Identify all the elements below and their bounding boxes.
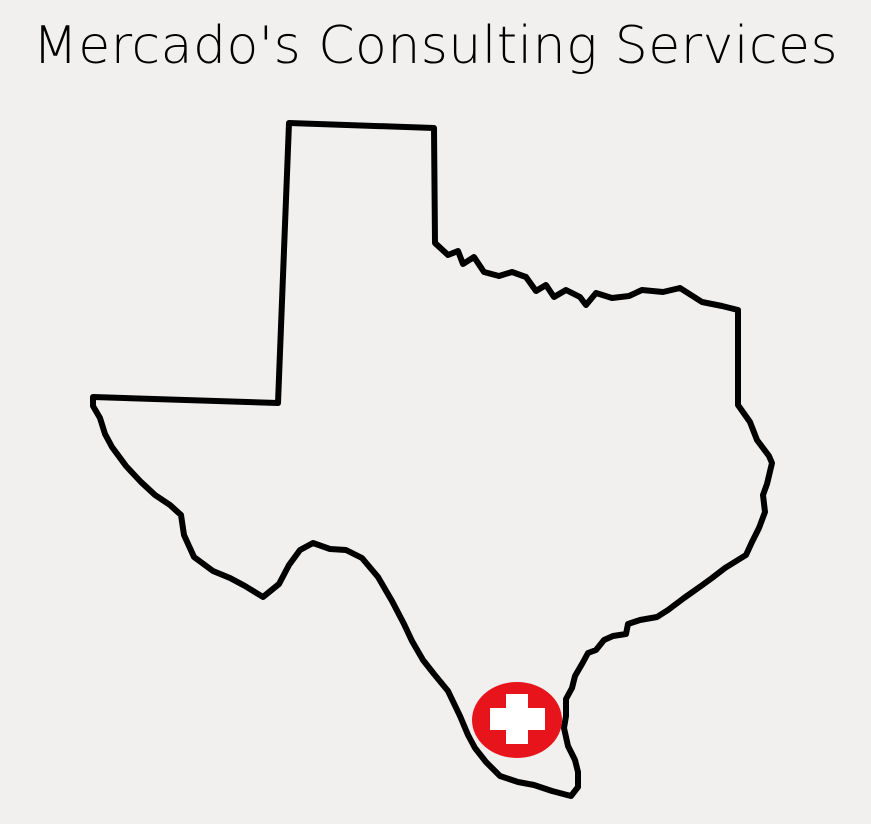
texas-map [90, 120, 775, 799]
medical-cross-icon [472, 682, 562, 758]
texas-outline [90, 120, 775, 799]
page: Mercado's Consulting Services [0, 0, 871, 824]
